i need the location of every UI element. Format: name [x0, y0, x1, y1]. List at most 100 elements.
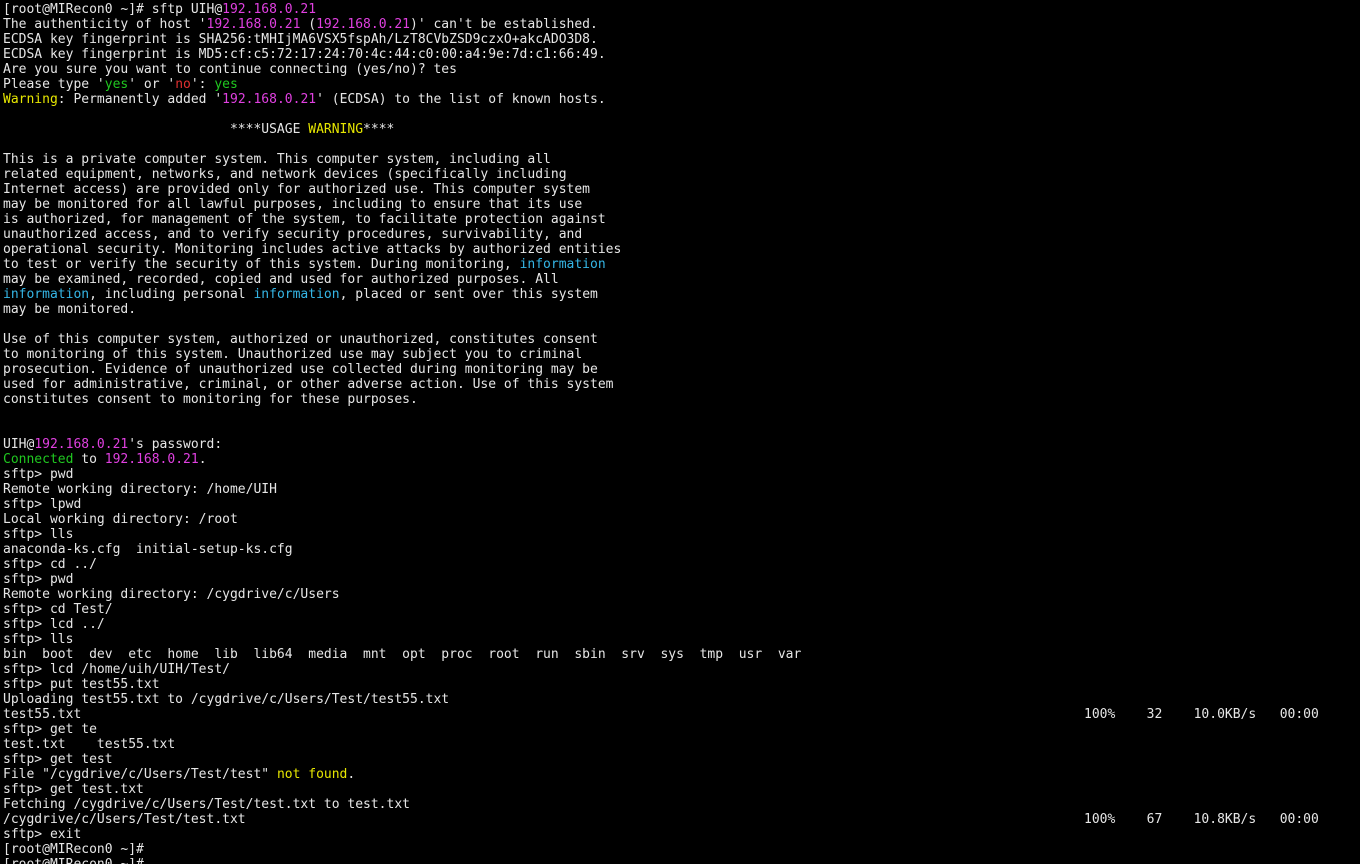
- terminal-line: This is a private computer system. This …: [3, 152, 1360, 167]
- terminal-text: UIH@: [3, 437, 35, 452]
- terminal-line: sftp> lls: [3, 527, 1360, 542]
- transfer-progress-line: test55.txt 100% 32 10.0KB/s 00:00: [3, 707, 1360, 722]
- terminal-text: Uploading test55.txt to /cygdrive/c/User…: [3, 692, 450, 707]
- terminal-text: (: [300, 17, 317, 32]
- terminal-text: prosecution. Evidence of unauthorized us…: [3, 362, 598, 377]
- terminal-text: related equipment, networks, and network…: [3, 167, 567, 182]
- terminal-text: , including personal: [89, 287, 254, 302]
- terminal-text: 192.168.0.21: [34, 437, 129, 452]
- terminal-text: ' or ': [128, 77, 176, 92]
- terminal-line: ECDSA key fingerprint is MD5:cf:c5:72:17…: [3, 47, 1360, 62]
- transfer-bytes: 32: [1146, 707, 1163, 722]
- terminal-text: to test or verify the security of this s…: [3, 257, 520, 272]
- terminal-text: sftp> cd ../: [3, 557, 97, 572]
- terminal-text: no: [175, 77, 191, 92]
- terminal-line: File "/cygdrive/c/Users/Test/test" not f…: [3, 767, 1360, 782]
- terminal-line: Use of this computer system, authorized …: [3, 332, 1360, 347]
- terminal-text: The authenticity of host ': [3, 17, 207, 32]
- transfer-filename: test55.txt: [3, 707, 82, 722]
- terminal-line: Remote working directory: /cygdrive/c/Us…: [3, 587, 1360, 602]
- terminal-text: used for administrative, criminal, or ot…: [3, 377, 614, 392]
- terminal-text: to monitoring of this system. Unauthoriz…: [3, 347, 583, 362]
- terminal-text: Connected: [3, 452, 74, 467]
- terminal-text: may be examined, recorded, copied and us…: [3, 272, 559, 287]
- terminal-text: )' can't be established.: [410, 17, 598, 32]
- terminal-text: This is a private computer system. This …: [3, 152, 551, 167]
- terminal-text: not found: [276, 767, 348, 782]
- terminal-text: ':: [190, 77, 215, 92]
- terminal-text: sftp> exit: [3, 827, 82, 842]
- terminal-line: [root@MIRecon0 ~]#: [3, 857, 1360, 864]
- terminal-text: is authorized, for management of the sys…: [3, 212, 606, 227]
- terminal-text: to: [73, 452, 105, 467]
- terminal-text: operational security. Monitoring include…: [3, 242, 622, 257]
- terminal-text: 192.168.0.21: [222, 2, 317, 17]
- terminal-text: Remote working directory: /home/UIH: [3, 482, 277, 497]
- terminal-line: sftp> exit: [3, 827, 1360, 842]
- terminal-line: may be monitored.: [3, 302, 1360, 317]
- terminal-text: 192.168.0.21: [104, 452, 199, 467]
- terminal-text: .: [198, 452, 207, 467]
- terminal-text: bin boot dev etc home lib lib64 media mn…: [3, 647, 802, 662]
- terminal-line: sftp> pwd: [3, 467, 1360, 482]
- terminal-text: unauthorized access, and to verify secur…: [3, 227, 583, 242]
- terminal-text: sftp> pwd: [3, 467, 74, 482]
- terminal-text: : Permanently added ': [57, 92, 223, 107]
- terminal-text: Internet access) are provided only for a…: [3, 182, 590, 197]
- terminal-text: Warning: [3, 92, 58, 107]
- terminal-line: sftp> put test55.txt: [3, 677, 1360, 692]
- terminal-line: The authenticity of host '192.168.0.21 (…: [3, 17, 1360, 32]
- transfer-rate: 10.8KB/s: [1193, 812, 1257, 827]
- terminal-line: Connected to 192.168.0.21.: [3, 452, 1360, 467]
- terminal-text: yes: [104, 77, 129, 92]
- terminal-text: ECDSA key fingerprint is SHA256:tMHIjMA6…: [3, 32, 598, 47]
- terminal-line: to monitoring of this system. Unauthoriz…: [3, 347, 1360, 362]
- terminal-text: 192.168.0.21: [222, 92, 317, 107]
- terminal-text: .: [347, 767, 356, 782]
- terminal-text: sftp> lls: [3, 632, 74, 647]
- terminal-text: sftp> lls: [3, 527, 74, 542]
- terminal-window[interactable]: [root@MIRecon0 ~]# sftp UIH@192.168.0.21…: [0, 0, 1360, 864]
- terminal-text: 's password:: [128, 437, 223, 452]
- terminal-line: sftp> get test: [3, 752, 1360, 767]
- terminal-line: prosecution. Evidence of unauthorized us…: [3, 362, 1360, 377]
- terminal-text: anaconda-ks.cfg initial-setup-ks.cfg: [3, 542, 293, 557]
- terminal-text: sftp> lcd /home/uih/UIH/Test/: [3, 662, 230, 677]
- terminal-line: Warning: Permanently added '192.168.0.21…: [3, 92, 1360, 107]
- terminal-line: Local working directory: /root: [3, 512, 1360, 527]
- terminal-text: 192.168.0.21: [206, 17, 301, 32]
- terminal-line: bin boot dev etc home lib lib64 media mn…: [3, 647, 1360, 662]
- terminal-text: information: [519, 257, 606, 272]
- terminal-line: is authorized, for management of the sys…: [3, 212, 1360, 227]
- terminal-line: ****USAGE WARNING****: [3, 122, 1360, 137]
- transfer-stats: 100% 67 10.8KB/s 00:00: [1084, 812, 1319, 827]
- terminal-text: ****: [363, 122, 395, 137]
- terminal-line: sftp> cd ../: [3, 557, 1360, 572]
- terminal-text: Fetching /cygdrive/c/Users/Test/test.txt…: [3, 797, 410, 812]
- terminal-line: sftp> get te: [3, 722, 1360, 737]
- terminal-line: ECDSA key fingerprint is SHA256:tMHIjMA6…: [3, 32, 1360, 47]
- terminal-text: WARNING: [308, 122, 364, 137]
- terminal-text: Use of this computer system, authorized …: [3, 332, 598, 347]
- terminal-text: may be monitored.: [3, 302, 137, 317]
- terminal-text: File "/cygdrive/c/Users/Test/test": [3, 767, 277, 782]
- transfer-filename: /cygdrive/c/Users/Test/test.txt: [3, 812, 246, 827]
- terminal-line: Please type 'yes' or 'no': yes: [3, 77, 1360, 92]
- terminal-text: sftp> lcd ../: [3, 617, 105, 632]
- terminal-text: sftp> get test: [3, 752, 113, 767]
- terminal-text: Remote working directory: /cygdrive/c/Us…: [3, 587, 340, 602]
- terminal-line: sftp> get test.txt: [3, 782, 1360, 797]
- terminal-text: sftp> put test55.txt: [3, 677, 160, 692]
- terminal-line: test.txt test55.txt: [3, 737, 1360, 752]
- transfer-eta: 00:00: [1279, 812, 1319, 827]
- terminal-text: constitutes consent to monitoring for th…: [3, 392, 418, 407]
- terminal-line: Are you sure you want to continue connec…: [3, 62, 1360, 77]
- terminal-line: related equipment, networks, and network…: [3, 167, 1360, 182]
- terminal-line: to test or verify the security of this s…: [3, 257, 1360, 272]
- terminal-text: [root@MIRecon0 ~]# sftp UIH@: [3, 2, 223, 17]
- terminal-text: may be monitored for all lawful purposes…: [3, 197, 583, 212]
- terminal-line: UIH@192.168.0.21's password:: [3, 437, 1360, 452]
